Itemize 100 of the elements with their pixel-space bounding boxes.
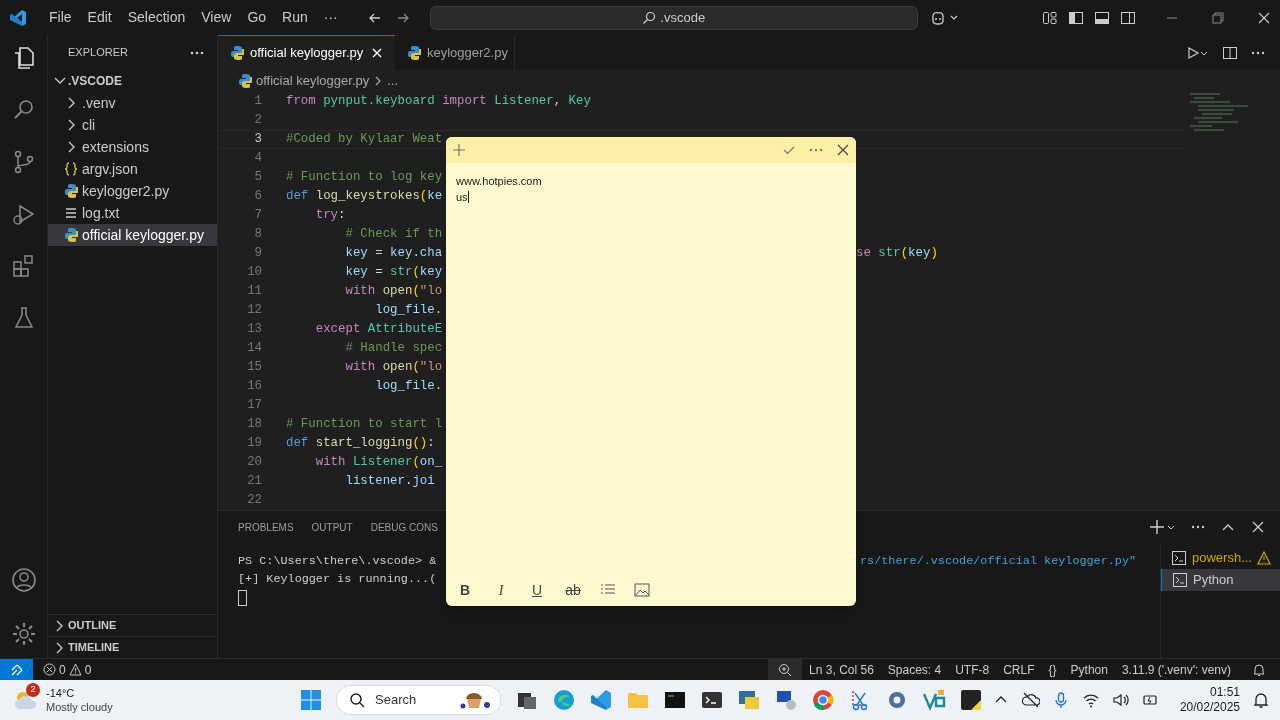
menu-item[interactable]: Run	[275, 7, 315, 28]
split-editor-icon[interactable]	[1222, 44, 1238, 61]
customize-layout-icon[interactable]	[1042, 9, 1058, 26]
close-icon[interactable]	[836, 143, 850, 157]
line-number: 18	[246, 416, 262, 434]
file-tree-item[interactable]: cli	[48, 114, 217, 136]
python-file-icon	[64, 183, 78, 199]
editor-tab[interactable]: keylogger2.py	[395, 35, 515, 70]
sidebar-title: EXPLORER	[68, 45, 128, 61]
format-strike-button[interactable]: ab	[564, 579, 582, 601]
panel-tab[interactable]: DEBUG CONS	[370, 519, 438, 535]
line-number: 17	[246, 397, 262, 415]
sticky-notes-icon[interactable]	[959, 688, 983, 712]
format-italic-button[interactable]: I	[492, 579, 510, 601]
chrome-browser-icon[interactable]	[811, 688, 835, 712]
status-item[interactable]: Ln 3, Col 56	[802, 660, 881, 679]
bell-icon[interactable]	[1252, 662, 1266, 677]
python-app-icon[interactable]	[737, 688, 761, 712]
close-icon[interactable]	[1250, 519, 1266, 535]
panel-tab[interactable]: OUTPUT	[311, 519, 353, 535]
status-item[interactable]: Python	[1063, 660, 1115, 679]
code-line: def start_logging():	[286, 435, 435, 453]
line-number: 1	[253, 93, 262, 111]
clock[interactable]: 01:51 20/02/2025	[1179, 685, 1240, 715]
line-number: 12	[246, 302, 262, 320]
menu-item[interactable]: Selection	[120, 7, 193, 28]
cloud-offline-icon[interactable]	[1021, 691, 1040, 709]
status-item[interactable]: CRLF	[996, 660, 1042, 679]
notification-bell-icon[interactable]	[1252, 691, 1270, 709]
status-item[interactable]: Spaces: 4	[880, 660, 949, 679]
code-line: with open("lo	[344, 359, 443, 377]
code-line: key = key.cha	[344, 245, 443, 263]
line-number: 10	[246, 264, 262, 282]
vscode-icon[interactable]	[589, 688, 613, 712]
code-line: except AttributeE	[314, 321, 443, 339]
account-icon[interactable]	[9, 566, 38, 594]
notification-badge: 2	[26, 683, 40, 697]
weather-widget[interactable]: 2 -14°C Mostly cloudy	[0, 686, 300, 714]
breadcrumb-item[interactable]: ...	[387, 71, 399, 91]
zoom-button[interactable]	[768, 659, 803, 680]
status-item[interactable]: UTF-8	[948, 660, 997, 679]
volume-icon[interactable]	[1111, 691, 1130, 709]
start-icon[interactable]	[300, 689, 322, 711]
format-bold-button[interactable]: B	[456, 579, 474, 601]
file-tree-item[interactable]: log.txt	[48, 202, 217, 224]
menu-item[interactable]: File	[42, 7, 79, 28]
note-text-area[interactable]: www.hotpies.com us	[446, 163, 856, 574]
menu-item[interactable]: View	[194, 7, 239, 28]
menu-item[interactable]: ···	[316, 7, 345, 28]
line-number: 15	[246, 359, 262, 377]
code-line: # Check if th	[344, 226, 443, 244]
close-icon[interactable]	[371, 47, 384, 59]
new-terminal-icon[interactable]	[1150, 519, 1176, 535]
menu-item[interactable]: Edit	[80, 7, 119, 28]
status-item[interactable]: {}	[1041, 660, 1064, 679]
network-computer-icon[interactable]	[774, 688, 798, 712]
terminal-line: PS C:\Users\there\.vscode> &	[238, 553, 437, 570]
code-line: with open("lo	[344, 283, 443, 301]
command-center-field[interactable]: .vscode	[429, 5, 918, 30]
run-icon[interactable]	[1186, 44, 1210, 61]
terminal-path: rs/there/.vscode/official keylogger.py"	[860, 553, 1138, 570]
line-number: 11	[246, 283, 262, 301]
remote-icon	[9, 662, 24, 677]
menu-item[interactable]: Go	[240, 7, 274, 28]
edge-browser-icon[interactable]	[552, 688, 576, 712]
line-number: 9	[253, 245, 262, 263]
problems-status[interactable]: 0 0	[33, 660, 102, 679]
file-tree-item[interactable]: keylogger2.py	[48, 180, 217, 202]
panel-tab[interactable]: PROBLEMS	[238, 519, 294, 535]
file-tree-item[interactable]: argv.json	[48, 158, 217, 180]
image-icon[interactable]	[634, 583, 650, 597]
line-number: 4	[253, 150, 262, 168]
terminal-list-item[interactable]: powersh...	[1161, 547, 1280, 569]
code-line: # Function to log key	[286, 169, 443, 187]
status-item[interactable]: 3.11.9 ('.venv': venv)	[1114, 660, 1238, 679]
file-tree-item[interactable]: .venv	[48, 92, 217, 114]
folder-header[interactable]: .VSCODE	[48, 70, 217, 92]
secondary-sidebar-icon[interactable]	[1120, 9, 1136, 26]
primary-sidebar-icon[interactable]	[1068, 9, 1084, 26]
file-tree-item[interactable]: official keylogger.py	[48, 224, 217, 246]
terminal-line: [+] Keylogger is running...(	[238, 571, 437, 588]
panel-toggle-icon[interactable]	[1094, 9, 1110, 26]
search-icon	[642, 10, 657, 25]
copilot-icon[interactable]	[929, 9, 960, 26]
python-file-icon	[230, 45, 244, 61]
taskbar-search-field[interactable]: Search	[336, 685, 501, 715]
format-underline-button[interactable]: U	[528, 579, 546, 601]
code-line: log_file.	[374, 378, 443, 396]
terminal-cursor	[238, 590, 247, 606]
line-number: 14	[246, 340, 262, 358]
zoom-in-icon	[778, 662, 793, 677]
code-line: try:	[314, 207, 346, 225]
file-tree-item[interactable]: extensions	[48, 136, 217, 158]
breadcrumb-item[interactable]: official keylogger.py	[256, 71, 370, 91]
section-header[interactable]: OUTLINE	[48, 614, 217, 636]
restore-icon[interactable]	[1210, 9, 1226, 26]
remote-button[interactable]	[0, 659, 33, 680]
editor-tab[interactable]: official keylogger.py	[218, 35, 395, 70]
line-number: 5	[253, 169, 262, 187]
terminal-list-item[interactable]: Python	[1161, 569, 1280, 591]
